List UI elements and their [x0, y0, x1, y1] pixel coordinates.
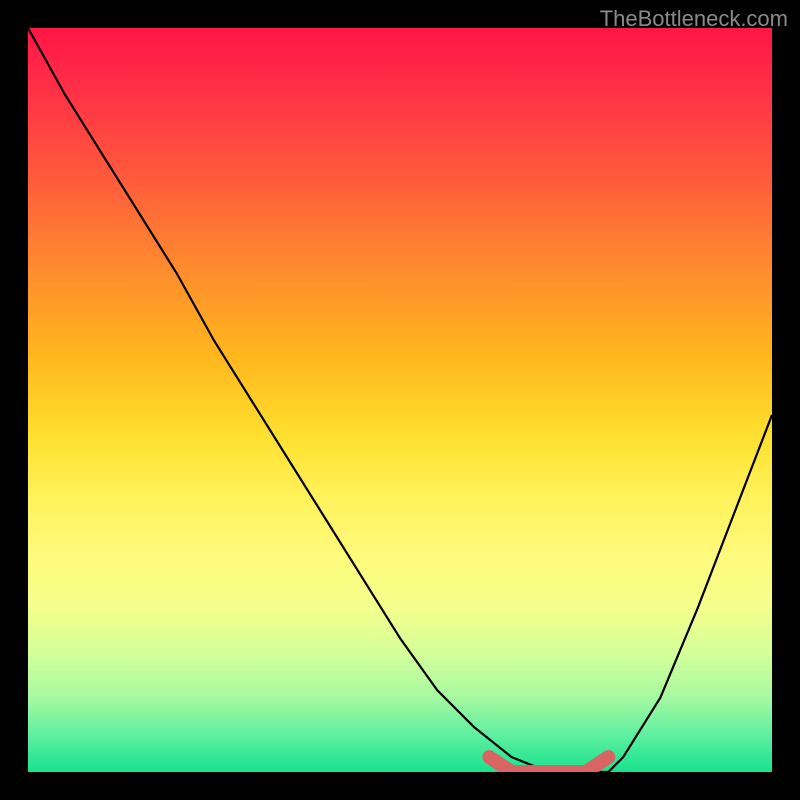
highlight-dot	[602, 751, 614, 763]
watermark: TheBottleneck.com	[600, 6, 788, 32]
curve-group	[28, 28, 772, 772]
highlight-segment	[489, 757, 608, 772]
chart-svg	[28, 28, 772, 772]
curve-line	[28, 28, 772, 772]
plot-area	[28, 28, 772, 772]
